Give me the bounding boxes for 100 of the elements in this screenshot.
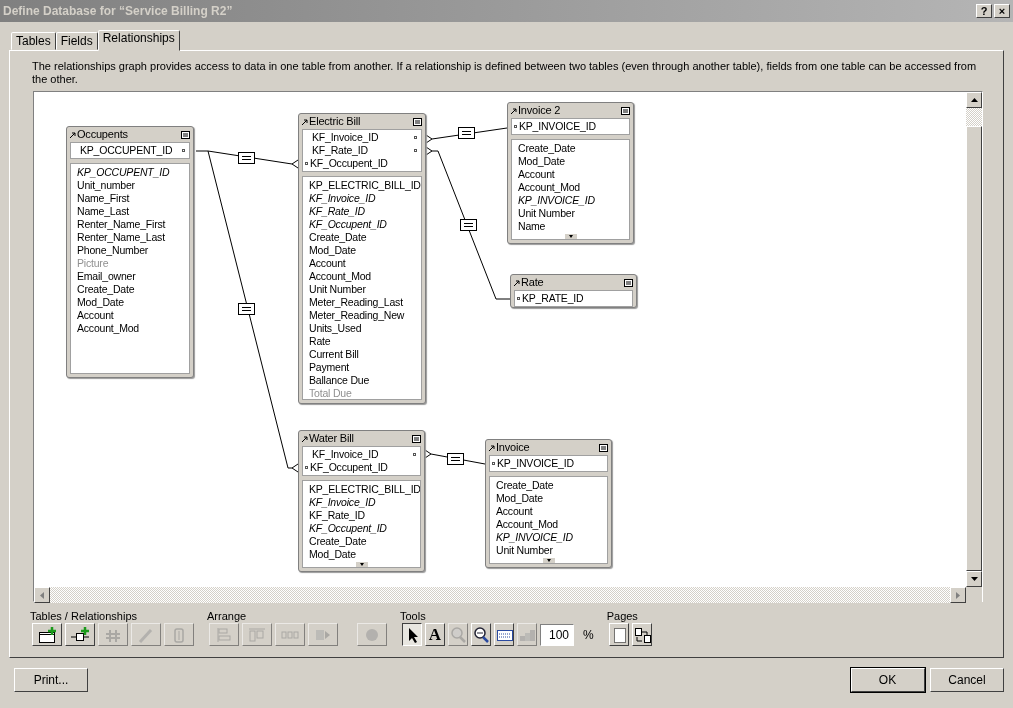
field-name[interactable]: Unit Number bbox=[490, 544, 553, 557]
field-name[interactable]: Create_Date bbox=[303, 535, 367, 548]
align-top-icon bbox=[247, 625, 267, 644]
move-handle-icon[interactable] bbox=[302, 435, 308, 442]
cancel-button[interactable]: Cancel bbox=[930, 668, 1004, 692]
scroll-down-icon[interactable] bbox=[564, 234, 577, 239]
field-name[interactable]: Mod_Date bbox=[512, 155, 565, 168]
field-name[interactable]: Renter_Name_Last bbox=[71, 231, 165, 244]
field-name[interactable]: Unit Number bbox=[512, 207, 575, 220]
field-name[interactable]: Create_Date bbox=[303, 231, 367, 244]
arrow-up-icon[interactable] bbox=[970, 98, 978, 102]
field-name[interactable]: Current Bill bbox=[303, 348, 359, 361]
field-name[interactable]: Ballance Due bbox=[303, 374, 370, 387]
field-name[interactable]: Account bbox=[490, 505, 533, 518]
field-name[interactable]: Mod_Date bbox=[71, 296, 124, 309]
field-name[interactable]: KF_Occupent_ID bbox=[303, 218, 387, 231]
match-field[interactable]: KF_Occupent_ID bbox=[308, 157, 421, 170]
scroll-down-icon[interactable] bbox=[542, 558, 555, 563]
equals-icon[interactable] bbox=[458, 127, 475, 139]
equals-icon[interactable] bbox=[238, 152, 255, 164]
field-name[interactable]: KP_INVOICE_ID bbox=[512, 194, 595, 207]
relationship-plus-icon bbox=[70, 625, 90, 644]
move-handle-icon[interactable] bbox=[514, 279, 520, 286]
equals-icon[interactable] bbox=[447, 453, 464, 465]
collapse-icon[interactable] bbox=[624, 278, 633, 287]
align-left-icon bbox=[214, 625, 234, 644]
move-handle-icon[interactable] bbox=[70, 131, 76, 138]
move-handle-icon[interactable] bbox=[511, 107, 517, 114]
field-name[interactable]: Account_Mod bbox=[490, 518, 558, 531]
match-field[interactable]: KF_Rate_ID bbox=[310, 144, 414, 157]
field-name[interactable]: KP_ELECTRIC_BILL_ID bbox=[303, 483, 420, 496]
field-name[interactable]: Account_Mod bbox=[303, 270, 371, 283]
table-card[interactable]: Water Bill KF_Invoice_ID KF_Occupent_ID KP_ELECTRIC_BILL_ID KF_Invoice_ID KF_Rate_ID KF_Occupent_ID Create_Date Mod_Date bbox=[298, 430, 425, 572]
field-name[interactable]: Name_Last bbox=[71, 205, 129, 218]
field-name[interactable]: Name_First bbox=[71, 192, 130, 205]
field-name[interactable]: Payment bbox=[303, 361, 350, 374]
field-name[interactable]: Mod_Date bbox=[303, 244, 356, 257]
field-name[interactable]: KF_Invoice_ID bbox=[303, 496, 376, 509]
field-name[interactable]: KF_Occupent_ID bbox=[303, 522, 387, 535]
match-field[interactable]: KF_Occupent_ID bbox=[308, 461, 420, 474]
collapse-icon[interactable] bbox=[599, 443, 608, 452]
group-label: Arrange bbox=[207, 609, 248, 623]
tool-button[interactable] bbox=[402, 623, 422, 646]
field-name[interactable]: KF_Rate_ID bbox=[303, 509, 365, 522]
move-handle-icon[interactable] bbox=[302, 118, 308, 125]
field-name[interactable]: Phone_Number bbox=[71, 244, 149, 257]
table-name: Invoice 2 bbox=[518, 103, 562, 119]
field-name[interactable]: Name bbox=[512, 220, 546, 233]
relationship-line[interactable] bbox=[425, 127, 508, 144]
tab[interactable]: Tables bbox=[11, 32, 56, 50]
horizontal-scrollbar[interactable] bbox=[34, 587, 966, 603]
field-name[interactable]: Mod_Date bbox=[303, 548, 356, 561]
collapse-icon[interactable] bbox=[413, 117, 422, 126]
text-tool-button[interactable]: A bbox=[425, 623, 445, 646]
field-name[interactable]: Units_Used bbox=[303, 322, 362, 335]
zoom-field[interactable]: 100 bbox=[540, 623, 574, 646]
field-name[interactable]: Mod_Date bbox=[490, 492, 543, 505]
close-button[interactable]: × bbox=[994, 4, 1010, 18]
relationship-line[interactable] bbox=[195, 150, 299, 169]
vertical-scrollbar[interactable] bbox=[966, 92, 982, 587]
field-name[interactable]: Create_Date bbox=[512, 142, 576, 155]
field-name[interactable]: KP_OCCUPENT_ID bbox=[71, 166, 170, 179]
relationship-line[interactable] bbox=[424, 449, 486, 465]
tab[interactable]: Fields bbox=[55, 32, 98, 50]
table-card[interactable] bbox=[298, 113, 426, 404]
arrow-right-icon[interactable] bbox=[956, 591, 960, 599]
field-name[interactable]: Meter_Reading_Last bbox=[303, 296, 403, 309]
collapse-icon[interactable] bbox=[621, 106, 630, 115]
help-button[interactable]: ? bbox=[976, 4, 992, 18]
arrow-left-icon[interactable] bbox=[40, 591, 44, 599]
field-name[interactable]: Create_Date bbox=[71, 283, 135, 296]
print-button[interactable]: Print... bbox=[14, 668, 88, 692]
field-name[interactable]: Account bbox=[71, 309, 114, 322]
field-name[interactable]: Account_Mod bbox=[512, 181, 580, 194]
equals-icon[interactable] bbox=[238, 303, 255, 315]
field-name[interactable]: KF_Rate_ID bbox=[303, 205, 365, 218]
ok-button[interactable]: OK bbox=[850, 668, 925, 692]
scroll-down-icon[interactable] bbox=[355, 562, 368, 567]
field-name[interactable]: Rate bbox=[303, 335, 331, 348]
field-name[interactable]: Account_Mod bbox=[71, 322, 139, 335]
field-name[interactable]: Account bbox=[303, 257, 346, 270]
zoom-in-icon bbox=[449, 625, 467, 644]
field-name[interactable]: Email_owner bbox=[71, 270, 136, 283]
match-field[interactable]: KF_Invoice_ID bbox=[310, 448, 413, 461]
collapse-icon[interactable] bbox=[181, 130, 190, 139]
field-name[interactable]: Unit_number bbox=[71, 179, 135, 192]
field-name[interactable]: Account bbox=[512, 168, 555, 181]
move-handle-icon[interactable] bbox=[489, 444, 495, 451]
field-name[interactable]: Create_Date bbox=[490, 479, 554, 492]
tab[interactable]: Relationships bbox=[97, 30, 180, 51]
field-name[interactable]: Unit Number bbox=[303, 283, 366, 296]
field-name[interactable]: KP_INVOICE_ID bbox=[490, 531, 573, 544]
match-field[interactable]: KF_Invoice_ID bbox=[310, 131, 414, 144]
field-name[interactable]: KF_Invoice_ID bbox=[303, 192, 376, 205]
equals-icon[interactable] bbox=[460, 219, 477, 231]
arrow-down-icon[interactable] bbox=[970, 577, 978, 581]
field-name[interactable]: Meter_Reading_New bbox=[303, 309, 405, 322]
collapse-icon[interactable] bbox=[412, 434, 421, 443]
field-name[interactable]: Renter_Name_First bbox=[71, 218, 166, 231]
field-name[interactable]: KP_ELECTRIC_BILL_ID bbox=[303, 179, 421, 192]
